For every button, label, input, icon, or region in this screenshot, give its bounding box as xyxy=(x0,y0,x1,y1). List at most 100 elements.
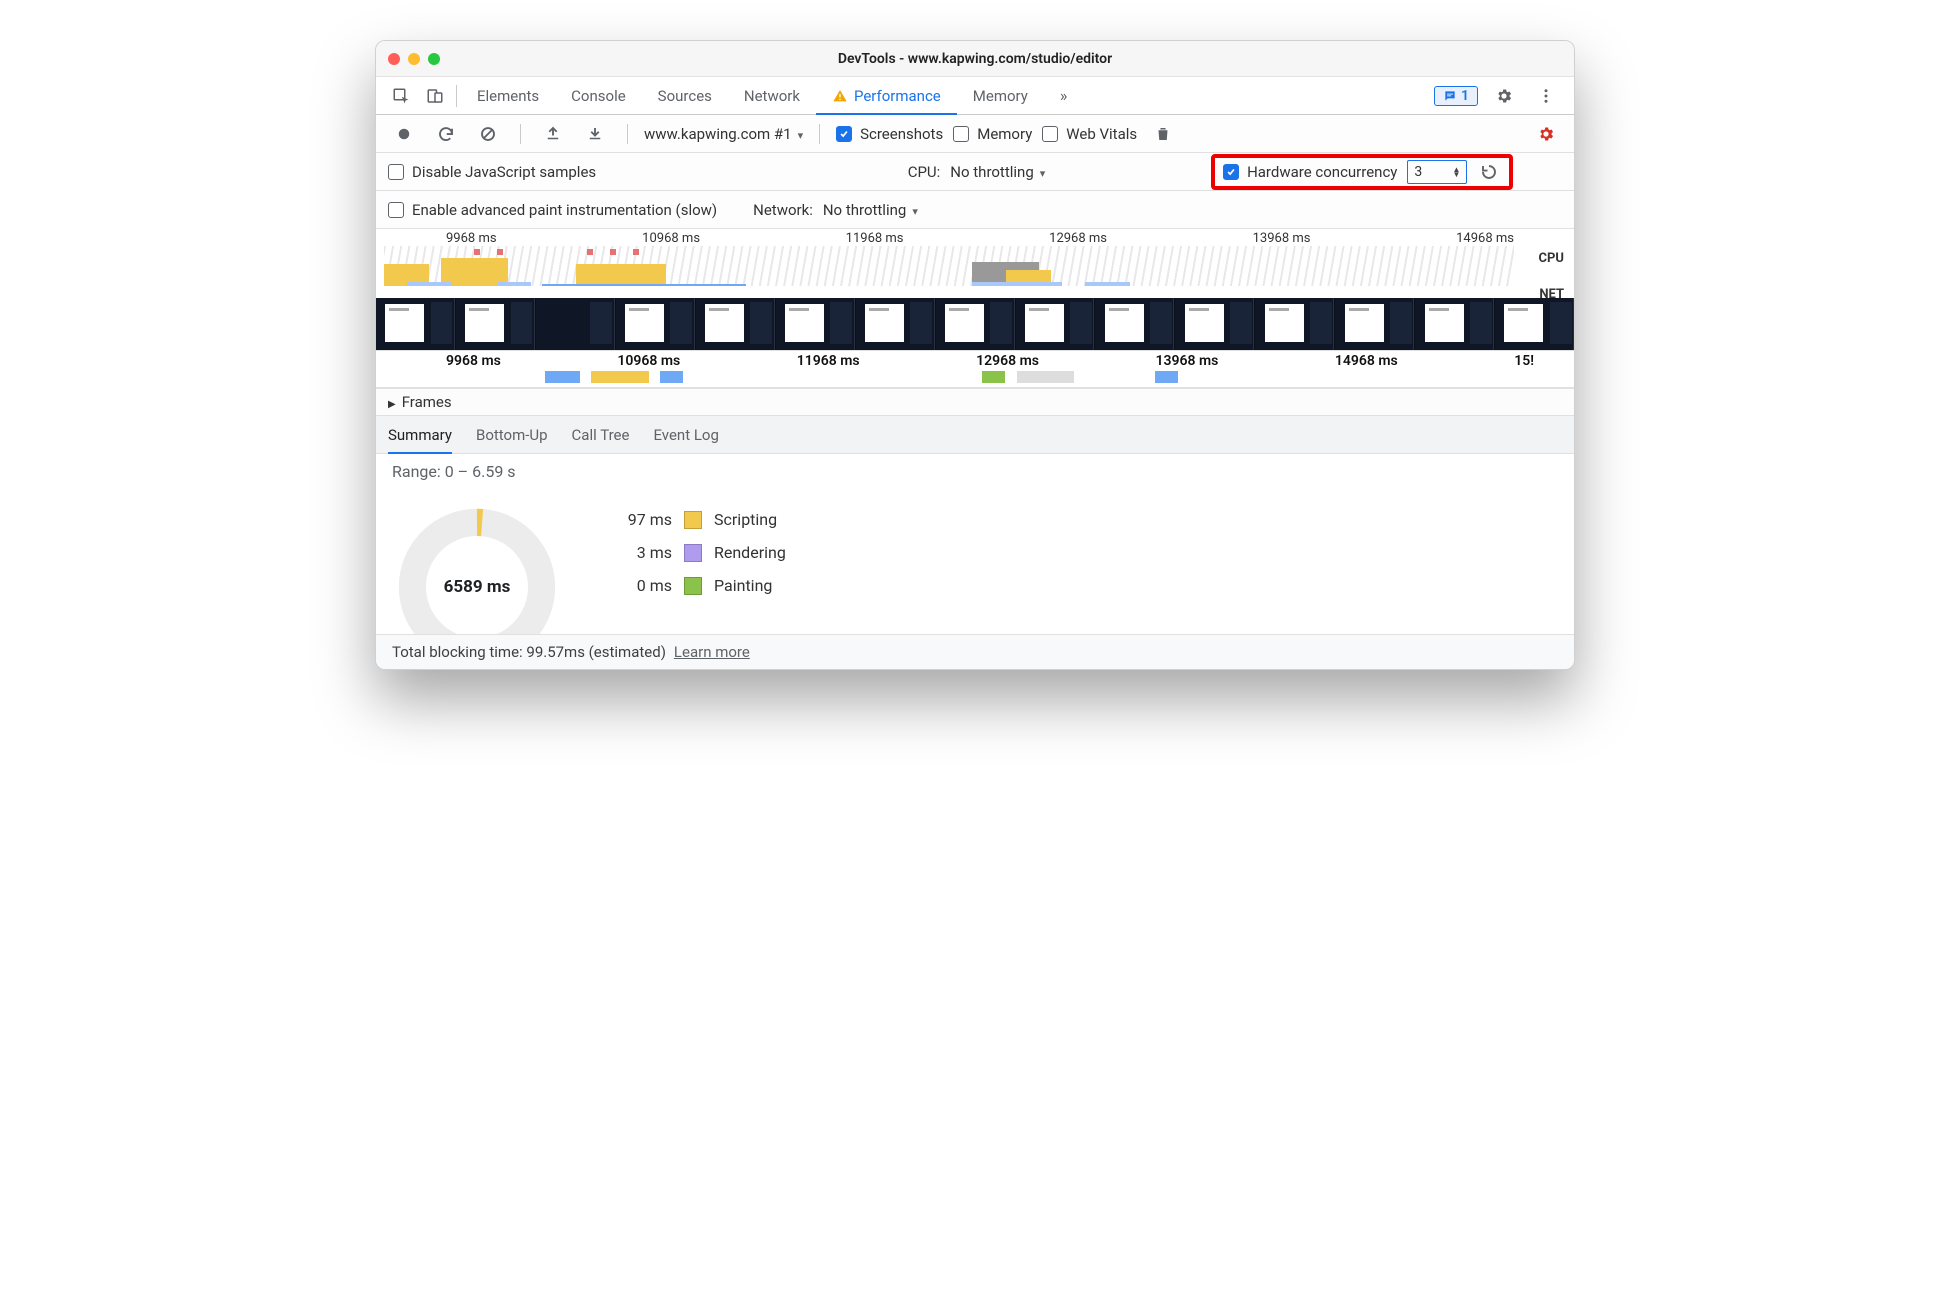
tab-elements[interactable]: Elements xyxy=(461,77,555,114)
separator xyxy=(520,124,521,144)
screenshot-thumb[interactable] xyxy=(1255,298,1334,350)
disable-js-samples-checkbox[interactable]: Disable JavaScript samples xyxy=(388,163,596,181)
time-breakdown-donut: 6589 ms xyxy=(392,502,562,634)
swatch-painting xyxy=(684,577,702,595)
hardware-concurrency-input[interactable]: 3 ▲▼ xyxy=(1407,160,1467,184)
screenshot-thumb[interactable] xyxy=(1415,298,1494,350)
learn-more-link[interactable]: Learn more xyxy=(674,643,750,661)
delete-profile-button[interactable] xyxy=(1147,118,1179,150)
main-tabs-row: Elements Console Sources Network Perform… xyxy=(376,77,1574,115)
window-controls xyxy=(388,53,440,65)
tabs-overflow[interactable] xyxy=(1044,77,1084,114)
window-title: DevTools - www.kapwing.com/studio/editor xyxy=(376,51,1574,67)
ruler-tick: 10968 ms xyxy=(642,231,700,246)
screenshot-filmstrip[interactable] xyxy=(376,298,1574,350)
reset-concurrency-button[interactable] xyxy=(1477,160,1501,184)
tab-bottom-up[interactable]: Bottom-Up xyxy=(476,416,548,453)
tab-event-log[interactable]: Event Log xyxy=(653,416,718,453)
ruler-tick: 14968 ms xyxy=(1456,231,1514,246)
screenshot-thumb[interactable] xyxy=(776,298,855,350)
device-toolbar-icon[interactable] xyxy=(418,80,452,112)
load-profile-button[interactable] xyxy=(537,118,569,150)
separator xyxy=(627,124,628,144)
checkbox-icon xyxy=(388,202,404,218)
ruler-tick: 12968 ms xyxy=(1049,231,1107,246)
ruler-tick: 15! xyxy=(1514,353,1534,369)
ruler-tick: 11968 ms xyxy=(797,353,860,369)
net-activity-lane xyxy=(384,288,1514,298)
cpu-throttling-label: CPU: xyxy=(908,163,941,181)
screenshot-thumb[interactable] xyxy=(456,298,535,350)
ruler-tick: 10968 ms xyxy=(617,353,680,369)
tab-summary[interactable]: Summary xyxy=(388,416,452,453)
inspect-element-icon[interactable] xyxy=(384,80,418,112)
ruler-tick: 12968 ms xyxy=(976,353,1039,369)
settings-icon[interactable] xyxy=(1488,80,1520,112)
screenshot-thumb[interactable] xyxy=(856,298,935,350)
screenshot-thumb[interactable] xyxy=(1335,298,1414,350)
screenshot-thumb[interactable] xyxy=(376,298,455,350)
range-label: Range: 0 – 6.59 s xyxy=(392,462,516,481)
performance-toolbar: www.kapwing.com #1 Screenshots Memory We… xyxy=(376,115,1574,153)
tab-performance[interactable]: Performance xyxy=(816,77,957,114)
number-stepper-icon[interactable]: ▲▼ xyxy=(1452,167,1460,177)
separator xyxy=(456,85,457,107)
screenshot-thumb[interactable] xyxy=(1495,298,1574,350)
tab-memory[interactable]: Memory xyxy=(957,77,1044,114)
checkbox-icon xyxy=(1042,126,1058,142)
checkbox-checked-icon xyxy=(836,126,852,142)
cpu-throttling-select[interactable]: No throttling xyxy=(950,163,1045,181)
screenshot-thumb[interactable] xyxy=(936,298,1015,350)
cpu-activity-lane xyxy=(384,246,1514,286)
profile-selector[interactable]: www.kapwing.com #1 xyxy=(644,125,803,143)
screenshot-thumb[interactable] xyxy=(696,298,775,350)
checkbox-icon xyxy=(388,164,404,180)
reload-record-button[interactable] xyxy=(430,118,462,150)
tab-call-tree[interactable]: Call Tree xyxy=(572,416,630,453)
summary-footer: Total blocking time: 99.57ms (estimated)… xyxy=(376,634,1574,669)
web-vitals-checkbox[interactable]: Web Vitals xyxy=(1042,125,1137,143)
capture-settings-icon[interactable] xyxy=(1530,118,1562,150)
track-ruler: 9968 ms 10968 ms 11968 ms 12968 ms 13968… xyxy=(376,350,1574,371)
chat-icon xyxy=(1443,89,1457,103)
record-button[interactable] xyxy=(388,118,420,150)
maximize-window-button[interactable] xyxy=(428,53,440,65)
checkbox-icon xyxy=(953,126,969,142)
tab-network[interactable]: Network xyxy=(728,77,816,114)
screenshots-checkbox[interactable]: Screenshots xyxy=(836,125,943,143)
network-throttling-select[interactable]: No throttling xyxy=(823,201,918,219)
close-window-button[interactable] xyxy=(388,53,400,65)
details-tabs: Summary Bottom-Up Call Tree Event Log xyxy=(376,416,1574,454)
ruler-tick: 13968 ms xyxy=(1156,353,1219,369)
issues-badge[interactable]: 1 xyxy=(1434,86,1478,106)
kebab-menu-icon[interactable] xyxy=(1530,80,1562,112)
minimize-window-button[interactable] xyxy=(408,53,420,65)
donut-total-label: 6589 ms xyxy=(392,502,562,634)
hardware-concurrency-checkbox[interactable]: Hardware concurrency xyxy=(1223,163,1397,181)
chevron-down-icon xyxy=(912,201,918,219)
screenshot-thumb[interactable] xyxy=(616,298,695,350)
tab-console[interactable]: Console xyxy=(555,77,642,114)
screenshot-thumb[interactable] xyxy=(536,298,615,350)
save-profile-button[interactable] xyxy=(579,118,611,150)
screenshot-thumb[interactable] xyxy=(1016,298,1095,350)
chevron-down-icon xyxy=(1040,163,1046,181)
screenshot-thumb[interactable] xyxy=(1175,298,1254,350)
warning-icon xyxy=(832,88,848,104)
ruler-tick: 9968 ms xyxy=(446,353,501,369)
enable-paint-instrumentation-checkbox[interactable]: Enable advanced paint instrumentation (s… xyxy=(388,201,717,219)
screenshot-thumb[interactable] xyxy=(1095,298,1174,350)
network-track-preview[interactable] xyxy=(384,371,1534,387)
memory-checkbox[interactable]: Memory xyxy=(953,125,1032,143)
tab-sources[interactable]: Sources xyxy=(642,77,728,114)
timeline-overview[interactable]: CPU NET 9968 ms 10968 ms 11968 ms 12968 … xyxy=(376,229,1574,388)
hardware-concurrency-highlight: Hardware concurrency 3 ▲▼ xyxy=(1211,154,1513,190)
legend-row-scripting: 97 ms Scripting xyxy=(602,510,786,529)
ruler-tick: 9968 ms xyxy=(446,231,497,246)
overview-ruler: 9968 ms 10968 ms 11968 ms 12968 ms 13968… xyxy=(376,229,1574,246)
clear-button[interactable] xyxy=(472,118,504,150)
capture-settings-row-1: Disable JavaScript samples CPU: No throt… xyxy=(376,153,1574,191)
frames-track-header[interactable]: Frames xyxy=(376,388,1574,416)
expand-icon xyxy=(388,393,396,411)
separator xyxy=(819,124,820,144)
